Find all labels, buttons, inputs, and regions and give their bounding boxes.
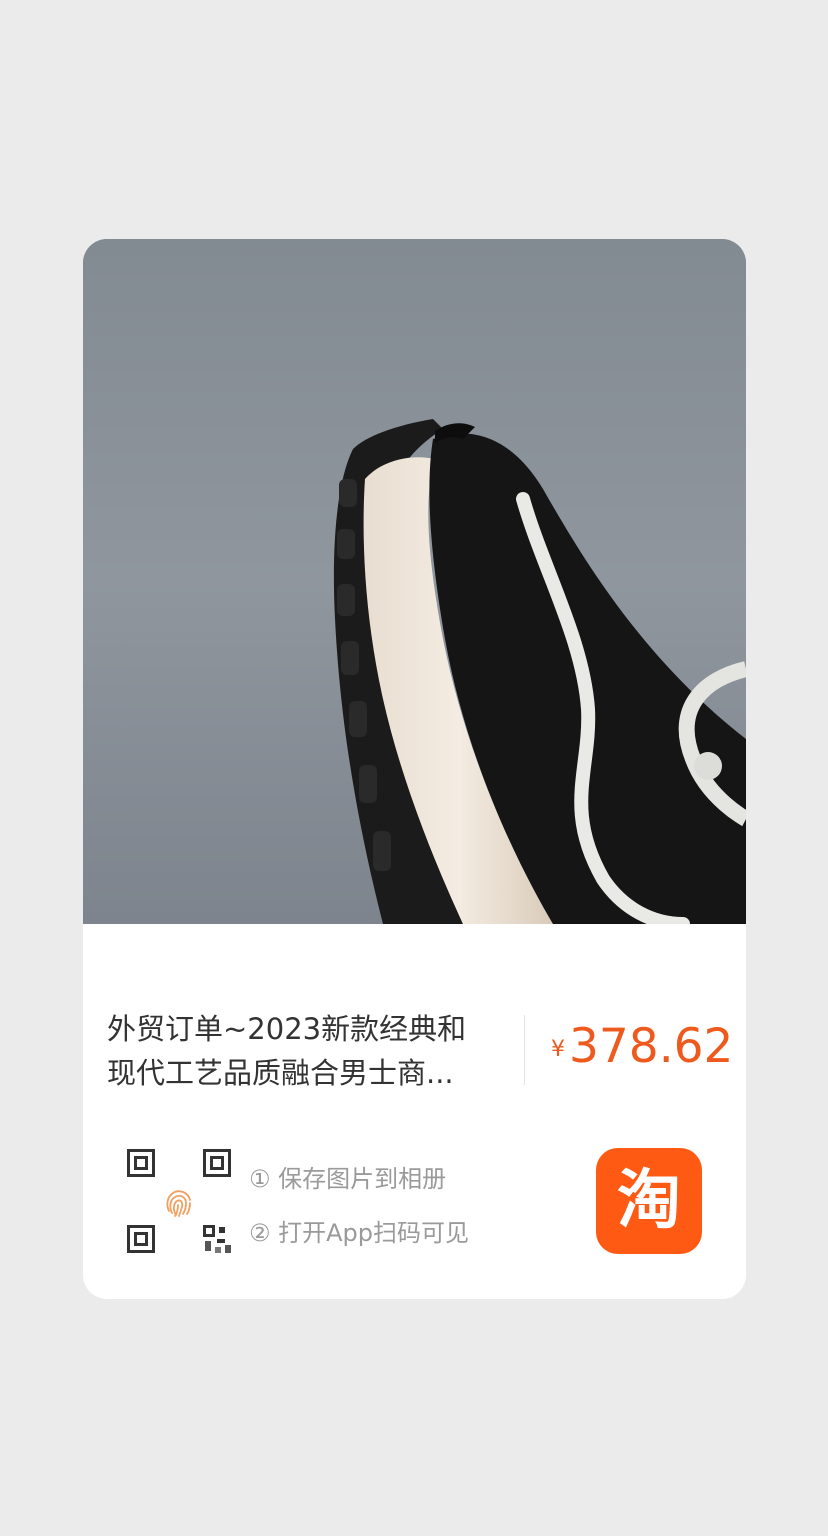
qr-code-icon xyxy=(203,1149,231,1177)
taobao-logo-glyph: 淘 xyxy=(617,1164,681,1238)
step-save-image: ① 保存图片到相册 xyxy=(249,1165,447,1193)
product-image[interactable] xyxy=(83,239,746,924)
scan-instructions: ① 保存图片到相册 ② 打开App扫码可见 xyxy=(249,1152,469,1260)
sneaker-photo xyxy=(83,239,746,924)
price-amount: 378.62 xyxy=(569,1019,734,1074)
step-open-app: ② 打开App扫码可见 xyxy=(249,1219,470,1247)
product-share-card: 外贸订单~2023新款经典和 现代工艺品质融合男士商... ¥378.62 ① … xyxy=(83,239,746,1299)
fingerprint-icon xyxy=(166,1190,191,1217)
product-price: ¥378.62 xyxy=(551,1019,733,1074)
taobao-app-icon[interactable]: 淘 xyxy=(596,1148,702,1254)
qr-code-icon xyxy=(127,1149,155,1177)
qr-code-icon xyxy=(127,1225,155,1253)
divider xyxy=(524,1015,525,1085)
product-title-line: 外贸订单~2023新款经典和 xyxy=(107,1012,467,1046)
product-title-line: 现代工艺品质融合男士商... xyxy=(107,1056,454,1090)
qr-code-icon xyxy=(203,1225,231,1253)
product-title[interactable]: 外贸订单~2023新款经典和 现代工艺品质融合男士商... xyxy=(107,1007,497,1095)
currency-symbol: ¥ xyxy=(551,1037,565,1062)
qr-code[interactable] xyxy=(123,1145,235,1257)
